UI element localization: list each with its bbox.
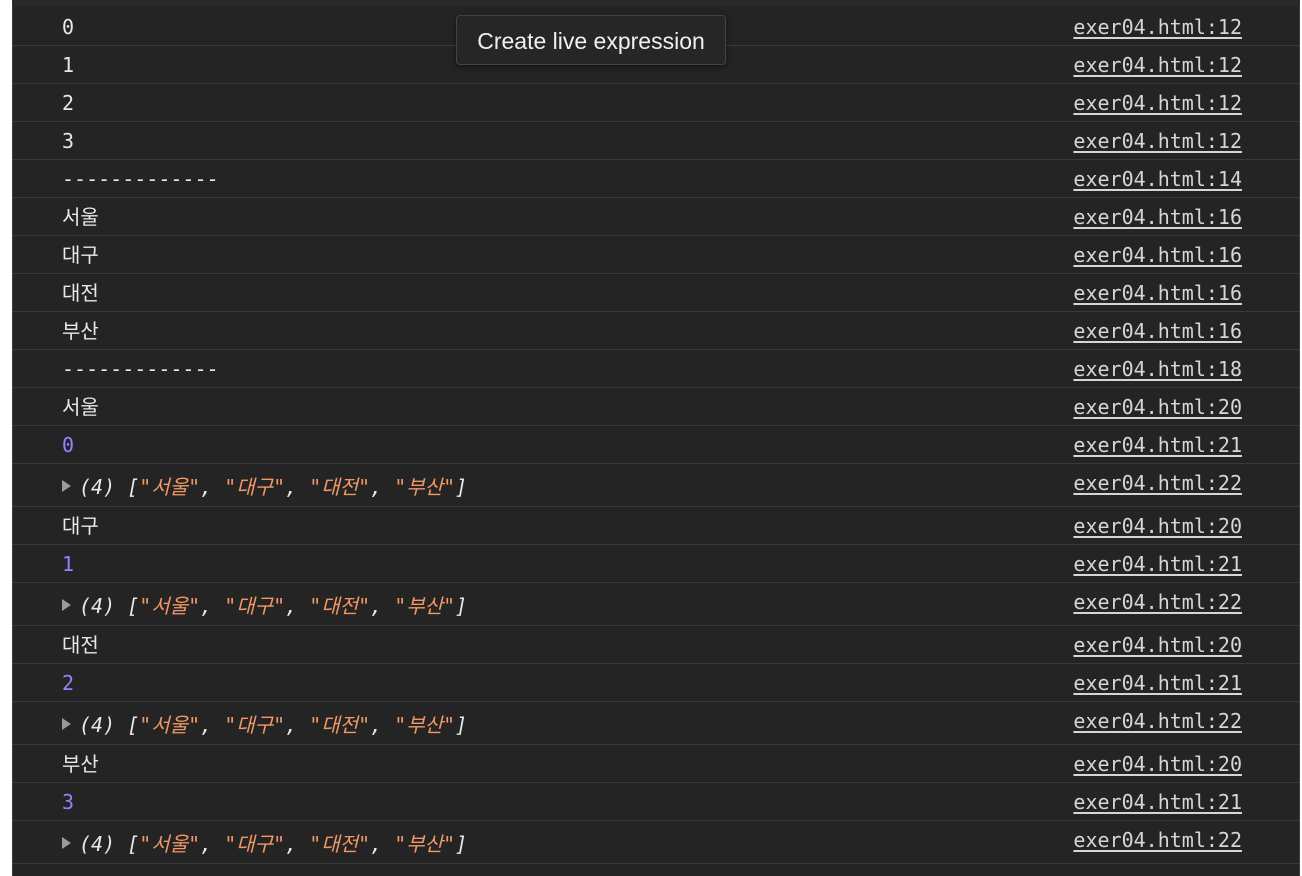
source-link[interactable]: exer04.html:16 <box>1073 204 1242 230</box>
log-message: 서울 <box>62 205 99 229</box>
array-count: (4) <box>79 594 116 618</box>
source-link[interactable]: exer04.html:21 <box>1073 789 1242 815</box>
array-preview[interactable]: (4) ["서울", "대구", "대전", "부산"] <box>62 831 467 857</box>
array-item: "대구" <box>224 713 286 737</box>
console-row: (4) ["서울", "대구", "대전", "부산"] exer04.html… <box>13 821 1299 864</box>
array-item: "대구" <box>224 832 286 856</box>
array-item: "대전" <box>309 594 371 618</box>
log-message: 부산 <box>62 319 99 343</box>
console-row: 3 exer04.html:12 <box>13 122 1299 160</box>
console-row: (4) ["서울", "대구", "대전", "부산"] exer04.html… <box>13 702 1299 745</box>
console-row: 대전 exer04.html:20 <box>13 626 1299 664</box>
array-item: "서울" <box>139 832 201 856</box>
console-row: (4) ["서울", "대구", "대전", "부산"] exer04.html… <box>13 583 1299 626</box>
log-message: 대전 <box>62 281 99 305</box>
array-item: "부산" <box>394 594 456 618</box>
console-row: (4) ["서울", "대구", "대전", "부산"] exer04.html… <box>13 464 1299 507</box>
expand-triangle-icon[interactable] <box>62 837 71 849</box>
console-row: 0 exer04.html:21 <box>13 426 1299 464</box>
log-number: 1 <box>62 552 75 576</box>
expand-triangle-icon[interactable] <box>62 599 71 611</box>
log-message: ------------- <box>62 167 219 191</box>
array-item: "부산" <box>394 475 456 499</box>
expand-triangle-icon[interactable] <box>62 480 71 492</box>
log-message: 0 <box>62 15 75 39</box>
array-item: "부산" <box>394 832 456 856</box>
console-row: ------------- exer04.html:14 <box>13 160 1299 198</box>
console-row: 대전 exer04.html:16 <box>13 274 1299 312</box>
source-link[interactable]: exer04.html:12 <box>1073 52 1242 78</box>
source-link[interactable]: exer04.html:16 <box>1073 318 1242 344</box>
source-link[interactable]: exer04.html:20 <box>1073 394 1242 420</box>
log-message: 1 <box>62 53 75 77</box>
create-live-expression-tooltip: Create live expression <box>456 15 726 65</box>
console-row: 부산 exer04.html:16 <box>13 312 1299 350</box>
source-link[interactable]: exer04.html:12 <box>1073 90 1242 116</box>
array-preview[interactable]: (4) ["서울", "대구", "대전", "부산"] <box>62 712 467 738</box>
console-panel: 0 exer04.html:12 1 exer04.html:12 2 exer… <box>12 0 1300 876</box>
log-message: 대구 <box>62 243 99 267</box>
source-link[interactable]: exer04.html:18 <box>1073 356 1242 382</box>
source-link[interactable]: exer04.html:22 <box>1073 470 1242 496</box>
log-message: 서울 <box>62 395 99 419</box>
log-number: 2 <box>62 671 75 695</box>
source-link[interactable]: exer04.html:21 <box>1073 670 1242 696</box>
log-message: 부산 <box>62 752 99 776</box>
source-link[interactable]: exer04.html:20 <box>1073 751 1242 777</box>
log-message: 3 <box>62 129 75 153</box>
array-count: (4) <box>79 832 116 856</box>
expand-triangle-icon[interactable] <box>62 718 71 730</box>
source-link[interactable]: exer04.html:22 <box>1073 708 1242 734</box>
source-link[interactable]: exer04.html:16 <box>1073 280 1242 306</box>
console-row: 1 exer04.html:21 <box>13 545 1299 583</box>
source-link[interactable]: exer04.html:16 <box>1073 242 1242 268</box>
array-item: "대전" <box>309 713 371 737</box>
source-link[interactable]: exer04.html:21 <box>1073 432 1242 458</box>
console-row: ------------- exer04.html:18 <box>13 350 1299 388</box>
log-message: ------------- <box>62 357 219 381</box>
console-row: 2 exer04.html:12 <box>13 84 1299 122</box>
source-link[interactable]: exer04.html:22 <box>1073 589 1242 615</box>
array-item: "서울" <box>139 475 201 499</box>
array-item: "부산" <box>394 713 456 737</box>
source-link[interactable]: exer04.html:21 <box>1073 551 1242 577</box>
console-row: 서울 exer04.html:20 <box>13 388 1299 426</box>
console-row: 서울 exer04.html:16 <box>13 198 1299 236</box>
source-link[interactable]: exer04.html:14 <box>1073 166 1242 192</box>
source-link[interactable]: exer04.html:20 <box>1073 632 1242 658</box>
source-link[interactable]: exer04.html:12 <box>1073 14 1242 40</box>
array-preview[interactable]: (4) ["서울", "대구", "대전", "부산"] <box>62 474 467 500</box>
console-row: 대구 exer04.html:16 <box>13 236 1299 274</box>
console-row: 2 exer04.html:21 <box>13 664 1299 702</box>
array-count: (4) <box>79 713 116 737</box>
log-number: 0 <box>62 433 75 457</box>
array-item: "대구" <box>224 594 286 618</box>
source-link[interactable]: exer04.html:20 <box>1073 513 1242 539</box>
array-item: "대구" <box>224 475 286 499</box>
array-count: (4) <box>79 475 116 499</box>
console-row: 부산 exer04.html:20 <box>13 745 1299 783</box>
array-item: "대전" <box>309 832 371 856</box>
console-row: 대구 exer04.html:20 <box>13 507 1299 545</box>
array-item: "서울" <box>139 594 201 618</box>
log-message: 2 <box>62 91 75 115</box>
array-preview[interactable]: (4) ["서울", "대구", "대전", "부산"] <box>62 593 467 619</box>
console-row: 3 exer04.html:21 <box>13 783 1299 821</box>
source-link[interactable]: exer04.html:22 <box>1073 827 1242 853</box>
log-message: 대전 <box>62 633 99 657</box>
source-link[interactable]: exer04.html:12 <box>1073 128 1242 154</box>
log-message: 대구 <box>62 514 99 538</box>
array-item: "서울" <box>139 713 201 737</box>
array-item: "대전" <box>309 475 371 499</box>
console-messages: 0 exer04.html:12 1 exer04.html:12 2 exer… <box>13 8 1299 864</box>
log-number: 3 <box>62 790 75 814</box>
